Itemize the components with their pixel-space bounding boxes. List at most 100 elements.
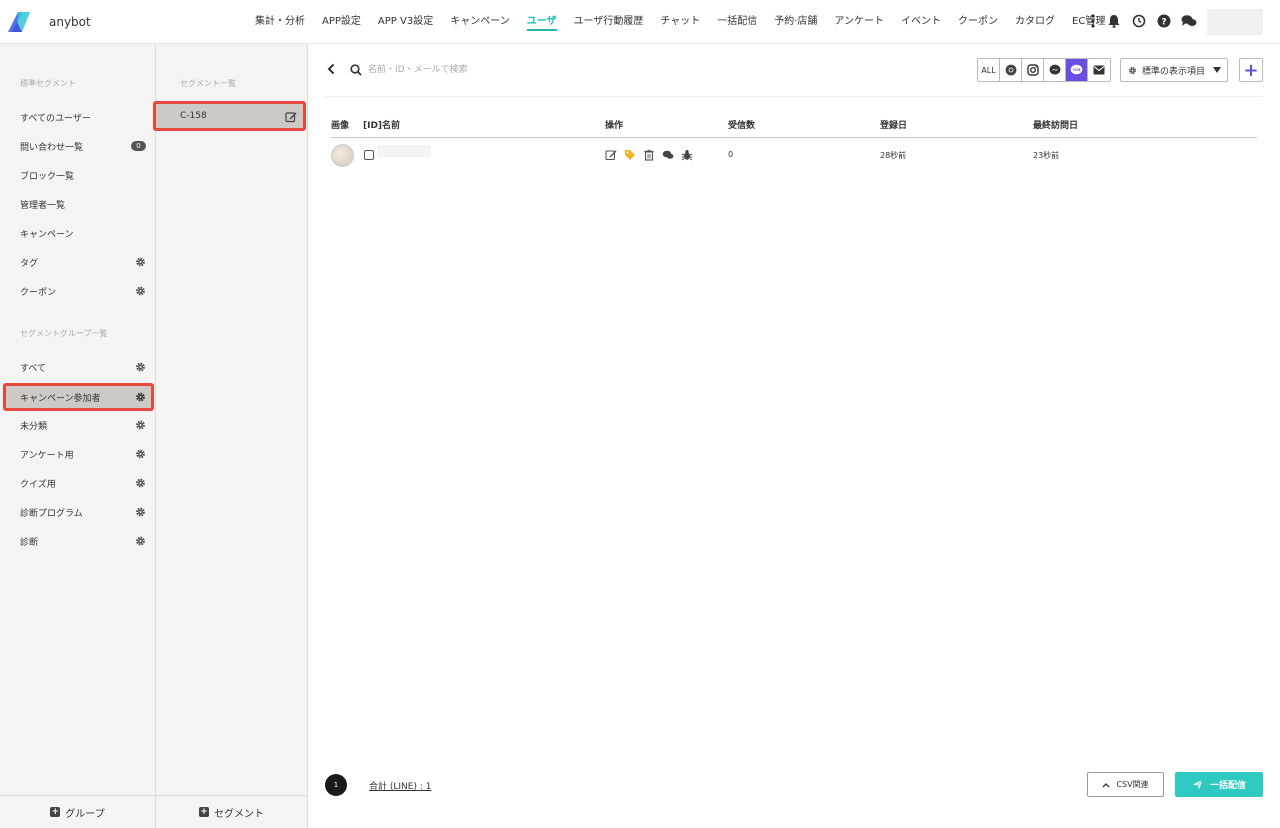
- gear-icon[interactable]: [135, 362, 146, 373]
- nav-event[interactable]: イベント: [901, 0, 941, 44]
- page-number-button[interactable]: 1: [325, 774, 347, 796]
- bell-icon[interactable]: [1106, 13, 1122, 29]
- messenger-icon: [1049, 64, 1060, 75]
- nav-coupon[interactable]: クーポン: [958, 0, 998, 44]
- col-image: 画像: [331, 121, 350, 131]
- inquiry-count-badge: 0: [131, 141, 146, 151]
- divider: [325, 96, 1263, 97]
- bug-icon[interactable]: [681, 149, 693, 161]
- nav-users[interactable]: ユーザ: [526, 0, 557, 44]
- sidebar-item-inquiries[interactable]: 問い合わせ一覧 0: [3, 135, 154, 157]
- standard-segment-title: 標準セグメント: [20, 79, 76, 88]
- segment-list-title: セグメント一覧: [180, 79, 236, 88]
- total-count-link[interactable]: 合計 (LINE) : 1: [369, 779, 431, 792]
- sidebar-item-campaign[interactable]: キャンペーン: [3, 222, 154, 244]
- gear-icon[interactable]: [135, 392, 146, 403]
- sidebar-group-uncategorized[interactable]: 未分類: [3, 414, 154, 436]
- sidebar-item-blocked[interactable]: ブロック一覧: [3, 164, 154, 186]
- sidebar-group-survey[interactable]: アンケート用: [3, 443, 154, 465]
- gear-icon[interactable]: [135, 536, 146, 547]
- main-nav: 集計・分析 APP設定 APP V3設定 キャンペーン ユーザ ユーザ行動履歴 …: [255, 0, 1122, 44]
- chrome-icon: [1005, 64, 1016, 76]
- instagram-icon: [1026, 64, 1039, 76]
- channel-messenger-button[interactable]: [1044, 59, 1066, 81]
- segment-list-sidebar: セグメント一覧 C-158 + セグメント: [153, 44, 308, 828]
- gear-icon[interactable]: [135, 257, 146, 268]
- user-name[interactable]: [377, 145, 431, 157]
- nav-campaign[interactable]: キャンペーン: [450, 0, 510, 44]
- search-input[interactable]: [368, 59, 668, 81]
- sidebar-group-diagnosis-program[interactable]: 診断プログラム: [3, 501, 154, 523]
- nav-broadcast[interactable]: 一括配信: [717, 0, 757, 44]
- gear-icon[interactable]: [135, 507, 146, 518]
- avatar[interactable]: [331, 144, 354, 167]
- gear-icon[interactable]: [135, 449, 146, 460]
- channel-mail-button[interactable]: [1088, 59, 1110, 81]
- nav-reservation[interactable]: 予約·店舗: [774, 0, 817, 44]
- line-icon: [1070, 64, 1083, 75]
- plus-icon: +: [199, 807, 209, 817]
- channel-line-button[interactable]: [1066, 59, 1088, 81]
- row-actions: [605, 149, 693, 161]
- chevron-left-icon[interactable]: [326, 63, 336, 75]
- sidebar-group-campaign-participants[interactable]: キャンペーン参加者: [3, 383, 154, 411]
- sidebar-group-quiz[interactable]: クイズ用: [3, 472, 154, 494]
- table-row[interactable]: 0 28秒前 23秒前: [331, 141, 1257, 169]
- sidebar-item-tag[interactable]: タグ: [3, 251, 154, 273]
- sidebar-group-all[interactable]: すべて: [3, 356, 154, 378]
- edit-icon[interactable]: [285, 111, 297, 123]
- header-icons: ?: [1089, 13, 1197, 29]
- bulk-send-button[interactable]: 一括配信: [1175, 772, 1263, 797]
- nav-chat[interactable]: チャット: [660, 0, 700, 44]
- caret-down-icon: [1213, 67, 1221, 73]
- edit-icon[interactable]: [605, 149, 617, 161]
- table-header-divider: [331, 137, 1257, 138]
- gear-icon[interactable]: [135, 286, 146, 297]
- gear-icon: [1128, 66, 1137, 74]
- search-icon: [350, 64, 362, 76]
- add-group-button[interactable]: + グループ: [0, 795, 155, 828]
- col-last-visit: 最終訪問日: [1033, 121, 1079, 131]
- sidebar-item-admins[interactable]: 管理者一覧: [3, 193, 154, 215]
- mail-icon: [1093, 65, 1105, 75]
- sidebar-group-diagnosis[interactable]: 診断: [3, 530, 154, 552]
- chat-icon[interactable]: [662, 149, 674, 161]
- add-segment-button[interactable]: + セグメント: [156, 795, 307, 828]
- nav-app-settings[interactable]: APP設定: [322, 0, 361, 44]
- nav-app-v3-settings[interactable]: APP V3設定: [378, 0, 433, 44]
- col-actions: 操作: [605, 121, 624, 131]
- account-avatar[interactable]: [1207, 9, 1263, 35]
- segment-item-c158[interactable]: C-158: [153, 101, 306, 131]
- help-icon[interactable]: ?: [1156, 13, 1172, 29]
- add-user-button[interactable]: +: [1239, 58, 1263, 82]
- gear-icon[interactable]: [135, 478, 146, 489]
- sidebar-item-coupon[interactable]: クーポン: [3, 280, 154, 302]
- col-received: 受信数: [728, 121, 756, 131]
- brand-name: anybot: [49, 15, 91, 29]
- channel-instagram-button[interactable]: [1022, 59, 1044, 81]
- nav-user-history[interactable]: ユーザ行動履歴: [574, 0, 644, 44]
- chat-icon[interactable]: [1181, 13, 1197, 29]
- nav-catalog[interactable]: カタログ: [1015, 0, 1055, 44]
- csv-button[interactable]: CSV関連: [1087, 772, 1164, 797]
- more-vertical-icon[interactable]: [1089, 13, 1097, 29]
- chevron-up-icon: [1102, 782, 1110, 787]
- segment-group-sidebar: 標準セグメント すべてのユーザー 問い合わせ一覧 0 ブロック一覧 管理者一覧 キ…: [0, 44, 156, 828]
- anybot-logo-icon[interactable]: [8, 12, 30, 32]
- received-count: 0: [728, 150, 734, 159]
- tag-icon[interactable]: [624, 149, 636, 161]
- display-columns-select[interactable]: 標準の表示項目: [1120, 58, 1228, 82]
- nav-analytics[interactable]: 集計・分析: [255, 0, 305, 44]
- history-icon[interactable]: [1131, 13, 1147, 29]
- trash-icon[interactable]: [643, 149, 655, 161]
- plus-icon: +: [1243, 59, 1259, 81]
- sidebar-item-all-users[interactable]: すべてのユーザー: [3, 106, 154, 128]
- line-icon: [364, 150, 374, 160]
- col-id-name: [ID]名前: [363, 121, 401, 131]
- channel-filter: ALL: [977, 58, 1111, 82]
- channel-web-button[interactable]: [1000, 59, 1022, 81]
- gear-icon[interactable]: [135, 420, 146, 431]
- registered-date: 28秒前: [880, 151, 907, 160]
- channel-all-button[interactable]: ALL: [978, 59, 1000, 81]
- nav-survey[interactable]: アンケート: [834, 0, 884, 44]
